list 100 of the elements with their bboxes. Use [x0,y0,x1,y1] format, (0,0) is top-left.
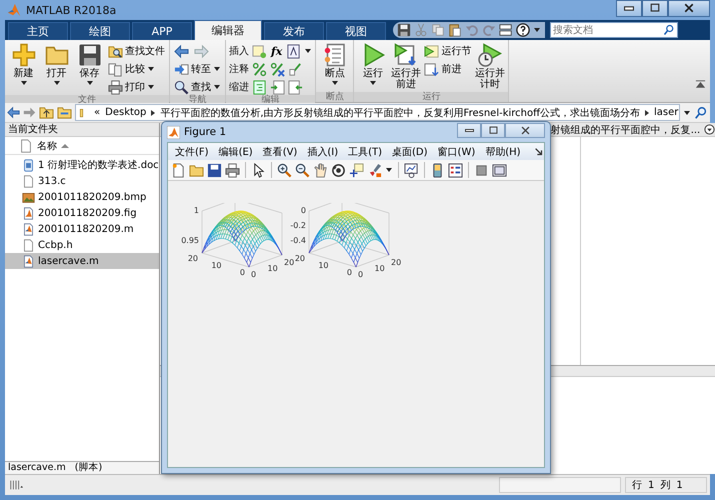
folder-icon[interactable] [189,162,204,178]
show-tools-icon[interactable] [492,162,507,178]
caret-icon[interactable] [147,66,155,72]
menu-item[interactable]: 工具(T) [343,144,388,160]
file-row[interactable]: 2001011820209.fig [5,205,159,221]
document-icon [22,158,35,172]
caret-icon[interactable] [385,167,393,173]
folder-up-icon[interactable] [39,105,54,120]
page-icon[interactable] [286,44,302,58]
menu-item[interactable]: 文件(F) [170,144,214,160]
caret-icon[interactable] [304,48,312,54]
ribbon-tab[interactable]: 视图 [326,22,386,40]
toolstrip-button[interactable]: 比较 [107,61,166,77]
dock-arrow-icon[interactable] [534,146,544,156]
hide-tools-icon[interactable] [474,162,489,178]
ribbon-tab[interactable]: 发布 [264,22,324,40]
menu-item[interactable]: 桌面(D) [387,144,433,160]
file-row[interactable]: lasercave.m [5,253,159,269]
caret-icon[interactable] [213,84,221,90]
minimize-button[interactable] [616,0,642,16]
address-field[interactable]: « Desktop 平行平面腔的数值分析,由方形反射镜组成的平行平面腔中，反复利用Fresnel-kirchoff公式，求出镜面场分布 laser [75,104,680,121]
dropdown-icon[interactable] [683,110,691,116]
caret-icon[interactable] [52,80,60,86]
menu-item[interactable]: 帮助(H) [480,144,526,160]
toolstrip-button[interactable]: 运行并计时 [474,43,506,92]
brush-icon[interactable] [367,162,382,178]
menu-item[interactable]: 查看(V) [258,144,302,160]
printer-icon[interactable] [225,162,240,178]
caret-icon[interactable] [533,27,541,33]
minimize-button[interactable] [457,123,481,138]
windows-icon[interactable] [499,23,513,37]
percent-page-icon[interactable] [288,62,303,76]
hand-icon[interactable] [313,162,328,178]
toolstrip-button[interactable]: 运行节 [423,43,472,59]
folder-browse-icon[interactable] [57,105,72,120]
caret-icon[interactable] [330,80,339,86]
ribbon-tab[interactable]: 编辑器 [194,20,262,40]
close-button[interactable] [668,0,710,16]
rotate-icon[interactable] [331,162,346,178]
panel-handle-icon[interactable] [8,478,24,492]
dropdown-circle-icon[interactable] [704,124,715,135]
ribbon-tab[interactable]: 绘图 [70,22,130,40]
ribbon-tab[interactable]: APP [132,22,192,40]
ribbon-tab[interactable]: 主页 [8,22,68,40]
file-row[interactable]: Ccbp.h [5,237,159,253]
search-icon[interactable] [694,106,708,120]
file-row[interactable]: 313.c [5,173,159,189]
search-field[interactable]: 搜索文档 [550,22,678,38]
data-cursor-icon[interactable] [349,162,364,178]
toolstrip-button[interactable]: 新建 [8,43,39,95]
path-segment[interactable]: laser [654,107,678,118]
column-header[interactable]: 名称 [37,138,57,152]
back-arrow-icon[interactable] [7,106,20,119]
caret-icon[interactable] [368,80,377,86]
percent-cross-icon[interactable] [270,62,285,76]
indent-page-icon[interactable] [252,80,267,94]
toolstrip-button[interactable]: 转至 [173,61,222,77]
zoom-in-icon[interactable] [277,162,292,178]
path-segment[interactable]: 平行平面腔的数值分析,由方形反射镜组成的平行平面腔中，反复利用Fresnel-kirchoff公式，求出镜面场分布 [160,106,640,120]
save-icon[interactable] [397,23,411,37]
function-button[interactable]: fx [270,43,284,59]
menu-item[interactable]: 编辑(E) [214,144,258,160]
toolstrip-button[interactable]: 前进 [423,61,472,77]
maximize-button[interactable] [481,123,505,138]
menu-item[interactable]: 插入(I) [302,144,344,160]
path-overflow[interactable]: « [94,107,100,118]
legend-icon[interactable] [448,162,463,178]
maximize-button[interactable] [642,0,668,16]
caret-icon[interactable] [86,80,94,86]
toolstrip-button[interactable]: 断点 [319,43,350,92]
caret-icon[interactable] [213,66,221,72]
indent-left-icon[interactable] [288,80,303,94]
file-row[interactable]: 1 衍射理论的数学表述.doc [5,157,159,173]
file-row[interactable]: 2001011820209.bmp [5,189,159,205]
note-plus-icon[interactable] [252,44,267,58]
window-title: Figure 1 [184,126,228,138]
back-button[interactable] [173,43,190,59]
editor-tab[interactable]: 射镜组成的平行平面腔中，反复... [550,122,700,136]
toolstrip-button[interactable]: 运行 [357,43,388,92]
toolstrip-button[interactable]: 查找文件 [107,43,166,59]
zoom-out-icon[interactable] [295,162,310,178]
toolstrip-button[interactable]: 运行并前进 [390,43,422,92]
compare-pages-icon [108,62,123,76]
toolstrip-button[interactable]: 打开 [41,43,72,95]
help-icon[interactable] [516,23,530,37]
file-row[interactable]: 2001011820209.m [5,221,159,237]
menu-item[interactable]: 窗口(W) [432,144,480,160]
toolstrip-button[interactable]: 保存 [74,43,105,95]
close-button[interactable] [505,123,545,138]
new-page-icon[interactable] [171,162,186,178]
path-segment[interactable]: Desktop [105,107,146,118]
toolstrip-button[interactable]: 打印 [107,79,166,95]
collapse-icon[interactable] [695,79,706,90]
indent-right-icon[interactable] [270,80,285,94]
caret-icon[interactable] [147,84,155,90]
paste-icon[interactable] [448,23,462,37]
caret-icon[interactable] [20,80,28,86]
toolstrip-button[interactable]: 查找 [173,79,222,95]
percent-icon[interactable] [252,62,267,76]
link-plot-icon[interactable] [404,162,419,178]
